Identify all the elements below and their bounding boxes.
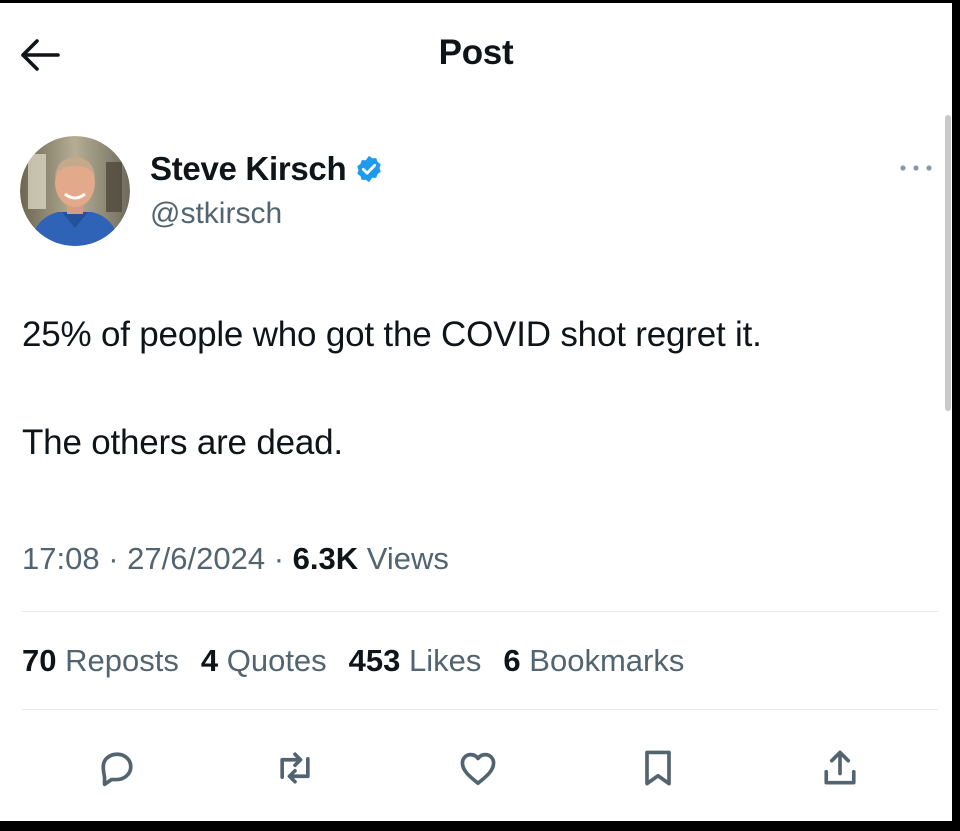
bookmark-icon (645, 750, 671, 786)
author-handle[interactable]: @stkirsch (150, 197, 282, 231)
meta-separator: · (273, 541, 285, 576)
avatar[interactable] (20, 136, 130, 246)
post-text-line: 25% of people who got the COVID shot reg… (22, 315, 762, 354)
post-screen: Post Steve Kirsch @stkirsch 25% of peopl… (0, 3, 952, 821)
views-count[interactable]: 6.3K (293, 541, 358, 576)
stat-quotes[interactable]: 4 Quotes (201, 643, 327, 679)
more-horizontal-icon (900, 165, 932, 171)
divider (22, 611, 938, 612)
repost-button[interactable] (265, 738, 325, 798)
engagement-stats: 70 Reposts 4 Quotes 453 Likes 6 Bookmark… (22, 643, 684, 679)
header: Post (0, 3, 952, 103)
stat-likes[interactable]: 453 Likes (349, 643, 482, 679)
stat-count: 6 (503, 643, 521, 678)
meta-separator: · (108, 541, 119, 576)
action-bar (0, 738, 952, 798)
post-meta: 17:08 · 27/6/2024 · 6.3K Views (22, 541, 449, 577)
stat-count: 4 (200, 643, 219, 678)
stat-count: 70 (22, 643, 57, 678)
scrollbar[interactable] (945, 115, 951, 411)
views-label[interactable]: Views (367, 541, 449, 576)
post-text: 25% of people who got the COVID shot reg… (22, 313, 932, 465)
share-icon (824, 750, 856, 785)
author-name-row[interactable]: Steve Kirsch (150, 150, 384, 188)
verified-badge-icon (357, 155, 382, 183)
repost-icon (280, 752, 310, 784)
author-name[interactable]: Steve Kirsch (150, 150, 347, 188)
post-date[interactable]: 27/6/2024 (127, 541, 265, 576)
stat-reposts[interactable]: 70 Reposts (22, 643, 179, 679)
avatar-photo (20, 136, 130, 246)
stat-label: Likes (409, 643, 482, 678)
stat-label: Bookmarks (529, 643, 685, 678)
divider (22, 709, 938, 710)
post-text-line: The others are dead. (22, 423, 343, 462)
reply-button[interactable] (87, 738, 147, 798)
post-time[interactable]: 17:08 (22, 541, 100, 576)
page-title: Post (438, 33, 514, 72)
stat-label: Quotes (226, 643, 327, 678)
stat-count: 453 (348, 643, 401, 678)
stat-bookmarks[interactable]: 6 Bookmarks (503, 643, 684, 679)
like-button[interactable] (448, 738, 508, 798)
reply-icon (101, 752, 133, 787)
stat-label: Reposts (65, 643, 179, 678)
share-button[interactable] (810, 738, 870, 798)
bookmark-button[interactable] (628, 738, 688, 798)
like-icon (460, 752, 496, 786)
more-options-button[interactable] (892, 153, 940, 183)
